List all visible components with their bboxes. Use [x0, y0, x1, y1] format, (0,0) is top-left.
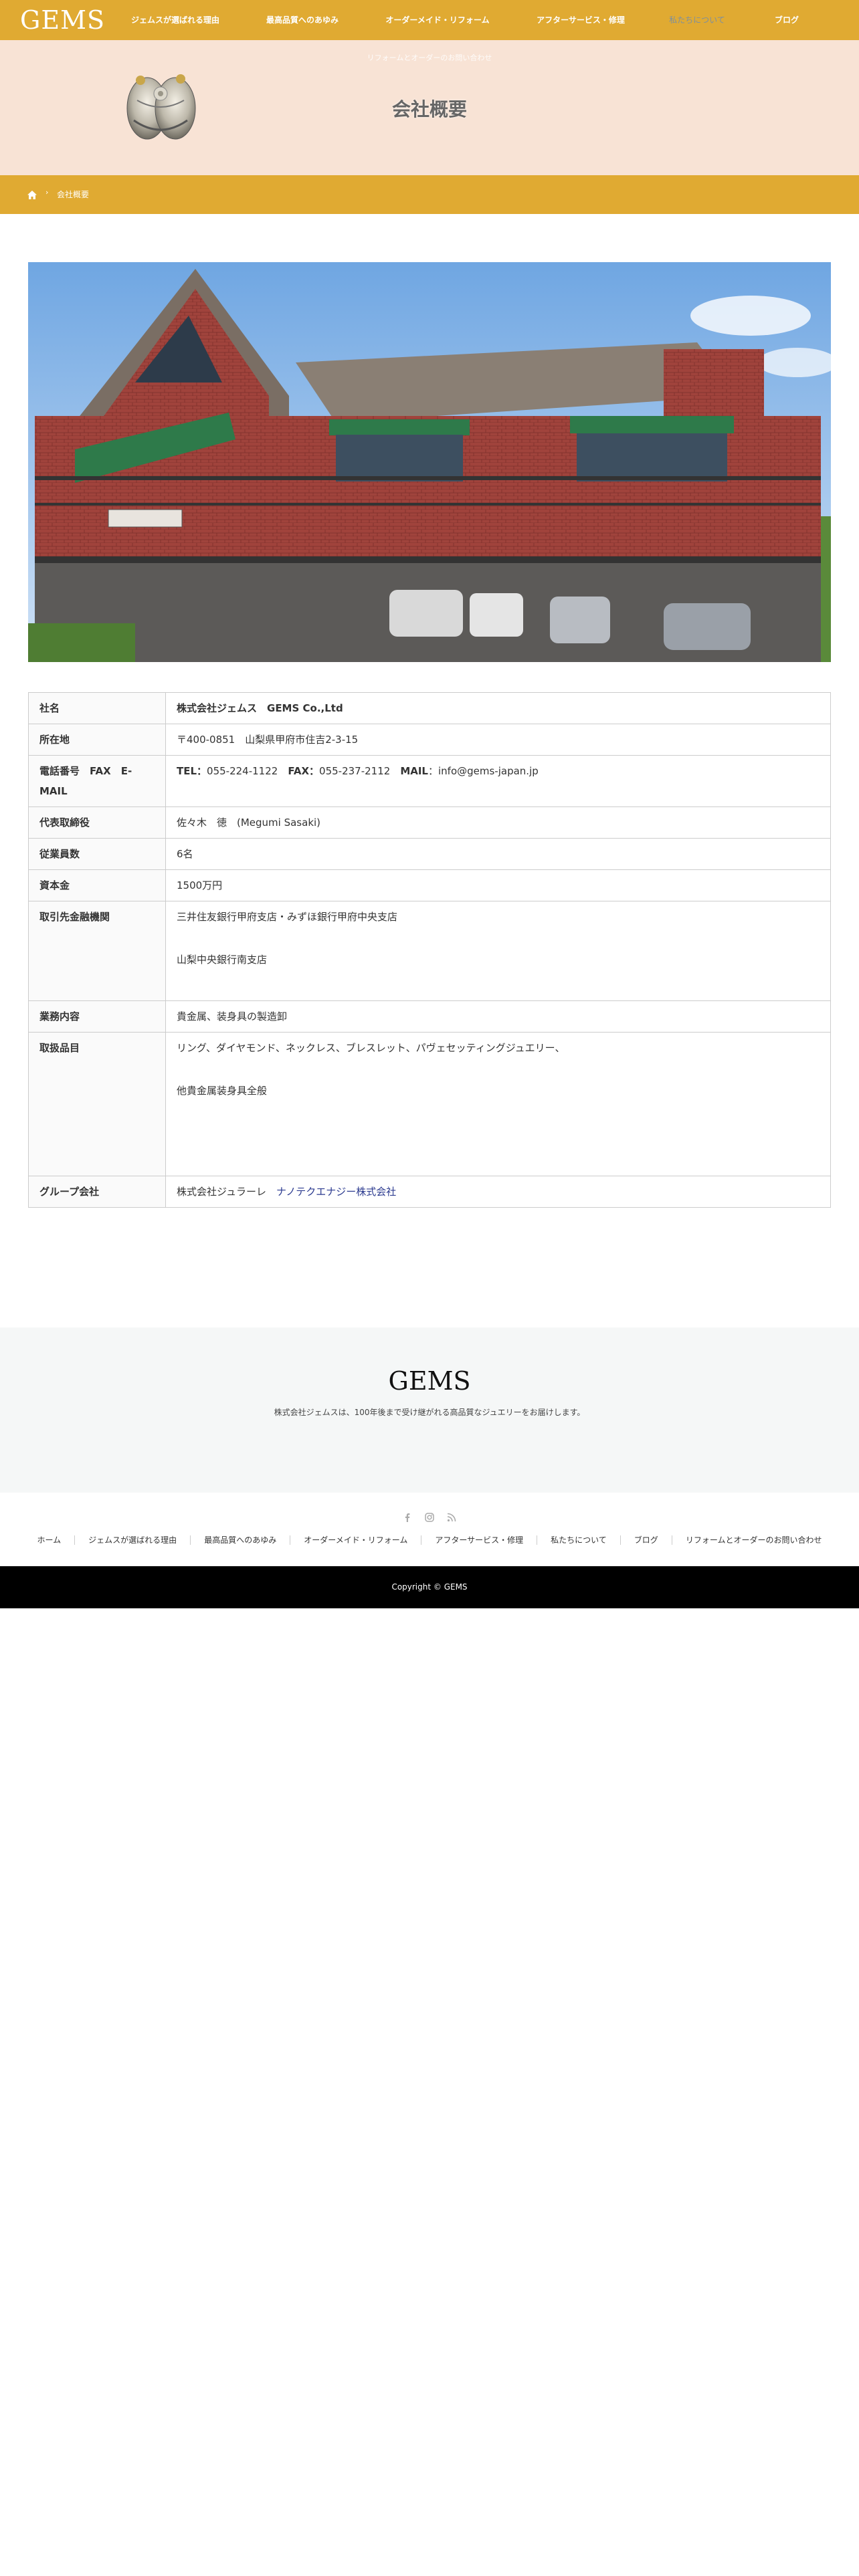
- table-row: 電話番号 FAX E-MAIL TEL：055-224-1122 FAX：055…: [28, 755, 831, 807]
- site-logo[interactable]: GEMS: [20, 4, 105, 36]
- row-value: 6名: [165, 838, 831, 870]
- row-value: 〒400-0851 山梨県甲府市住吉2-3-15: [165, 724, 831, 756]
- products-line-2: 他貴金属装身具全般: [177, 1085, 268, 1097]
- row-label: グループ会社: [28, 1176, 166, 1208]
- row-value: TEL：055-224-1122 FAX：055-237-2112 MAIL：i…: [165, 755, 831, 807]
- row-value: 株式会社ジュラーレ ナノテクエナジー株式会社: [165, 1176, 831, 1208]
- breadcrumb-separator: ›: [45, 188, 49, 197]
- tel-number[interactable]: 055-224-1122: [207, 765, 278, 777]
- table-row: グループ会社 株式会社ジュラーレ ナノテクエナジー株式会社: [28, 1176, 831, 1208]
- hero-tagline[interactable]: リフォームとオーダーのお問い合わせ: [367, 52, 492, 63]
- table-row: 代表取締役 佐々木 徳 (Megumi Sasaki): [28, 807, 831, 839]
- nav-item-after-service[interactable]: アフターサービス・修理: [537, 0, 625, 40]
- bank-line-2: 山梨中央銀行南支店: [177, 954, 268, 966]
- table-row: 業務内容 貴金属、装身具の製造卸: [28, 1000, 831, 1033]
- footer-nav-contact[interactable]: リフォームとオーダーのお問い合わせ: [671, 1535, 836, 1545]
- footer-nav-order-reform[interactable]: オーダーメイド・リフォーム: [290, 1535, 421, 1545]
- row-value: 1500万円: [165, 869, 831, 901]
- site-header: GEMS ジェムスが選ばれる理由 最高品質へのあゆみ オーダーメイド・リフォーム…: [0, 0, 859, 40]
- footer-nav-blog[interactable]: ブログ: [619, 1535, 672, 1545]
- copyright-text: Copyright © GEMS: [391, 1582, 468, 1592]
- row-label: 取扱品目: [28, 1032, 166, 1176]
- nav-item-reasons[interactable]: ジェムスが選ばれる理由: [131, 0, 219, 40]
- footer-nav-reasons[interactable]: ジェムスが選ばれる理由: [74, 1535, 190, 1545]
- row-value: 佐々木 徳 (Megumi Sasaki): [165, 807, 831, 839]
- nav-item-blog[interactable]: ブログ: [775, 0, 799, 40]
- company-name: 株式会社ジェムス GEMS Co.,Ltd: [177, 702, 343, 714]
- tel-label: TEL：: [177, 765, 207, 777]
- footer-logo[interactable]: GEMS: [388, 1366, 470, 1396]
- row-label: 取引先金融機関: [28, 901, 166, 1001]
- company-info-table: 社名 株式会社ジェムス GEMS Co.,Ltd 所在地 〒400-0851 山…: [28, 692, 831, 1208]
- row-value: 株式会社ジェムス GEMS Co.,Ltd: [165, 692, 831, 724]
- page-hero: リフォームとオーダーのお問い合わせ 会社概要: [0, 40, 859, 175]
- email-address[interactable]: ：info@gems-japan.jp: [428, 765, 539, 777]
- row-value: 貴金属、装身具の製造卸: [165, 1000, 831, 1033]
- mail-label: MAIL: [400, 765, 428, 777]
- facebook-icon[interactable]: [403, 1513, 412, 1522]
- row-label: 電話番号 FAX E-MAIL: [28, 755, 166, 807]
- nav-item-about-us[interactable]: 私たちについて: [669, 0, 725, 40]
- row-label: 業務内容: [28, 1000, 166, 1033]
- rss-icon[interactable]: [447, 1513, 456, 1522]
- nav-item-history[interactable]: 最高品質へのあゆみ: [266, 0, 339, 40]
- instagram-icon[interactable]: [425, 1513, 434, 1522]
- copyright-bar: Copyright © GEMS: [0, 1566, 859, 1608]
- row-value: リング、ダイヤモンド、ネックレス、ブレスレット、パヴェセッティングジュエリー、 …: [165, 1032, 831, 1176]
- footer-nav-after-service[interactable]: アフターサービス・修理: [421, 1535, 537, 1545]
- footer-brand-section: GEMS 株式会社ジェムスは、100年後まで受け継がれる高品質なジュエリーをお届…: [0, 1327, 859, 1493]
- table-row: 所在地 〒400-0851 山梨県甲府市住吉2-3-15: [28, 724, 831, 756]
- group-company-link[interactable]: ナノテクエナジー株式会社: [276, 1186, 396, 1198]
- products-line-1: リング、ダイヤモンド、ネックレス、ブレスレット、パヴェセッティングジュエリー、: [177, 1042, 565, 1054]
- nav-item-order-reform[interactable]: オーダーメイド・リフォーム: [385, 0, 489, 40]
- row-label: 代表取締役: [28, 807, 166, 839]
- table-row: 従業員数 6名: [28, 838, 831, 870]
- row-label: 資本金: [28, 869, 166, 901]
- home-icon[interactable]: [27, 190, 37, 200]
- jewelry-ornament-image: [126, 74, 196, 140]
- breadcrumb-current: 会社概要: [57, 190, 90, 199]
- footer-nav-about-us[interactable]: 私たちについて: [537, 1535, 620, 1545]
- footer-description: 株式会社ジェムスは、100年後まで受け継がれる高品質なジュエリーをお届けします。: [274, 1408, 585, 1417]
- table-row: 取扱品目 リング、ダイヤモンド、ネックレス、ブレスレット、パヴェセッティングジュ…: [28, 1032, 831, 1176]
- company-building-photo: [28, 262, 831, 662]
- bank-line-1: 三井住友銀行甲府支店・みずほ銀行甲府中央支店: [177, 911, 398, 923]
- footer-nav-home[interactable]: ホーム: [24, 1535, 75, 1545]
- group-company-jurare: 株式会社ジュラーレ: [177, 1186, 276, 1198]
- fax-label: FAX：: [288, 765, 320, 777]
- table-row: 社名 株式会社ジェムス GEMS Co.,Ltd: [28, 692, 831, 724]
- table-row: 資本金 1500万円: [28, 869, 831, 901]
- page-title: 会社概要: [391, 98, 468, 120]
- row-label: 従業員数: [28, 838, 166, 870]
- row-value: 三井住友銀行甲府支店・みずほ銀行甲府中央支店 山梨中央銀行南支店: [165, 901, 831, 1001]
- breadcrumb: › 会社概要: [0, 175, 859, 214]
- row-label: 社名: [28, 692, 166, 724]
- row-label: 所在地: [28, 724, 166, 756]
- footer-nav: ホーム ジェムスが選ばれる理由 最高品質へのあゆみ オーダーメイド・リフォーム アフター…: [0, 1535, 859, 1545]
- table-row: 取引先金融機関 三井住友銀行甲府支店・みずほ銀行甲府中央支店 山梨中央銀行南支店: [28, 901, 831, 1001]
- fax-number: 055-237-2112: [319, 765, 391, 777]
- footer-nav-history[interactable]: 最高品質へのあゆみ: [190, 1535, 290, 1545]
